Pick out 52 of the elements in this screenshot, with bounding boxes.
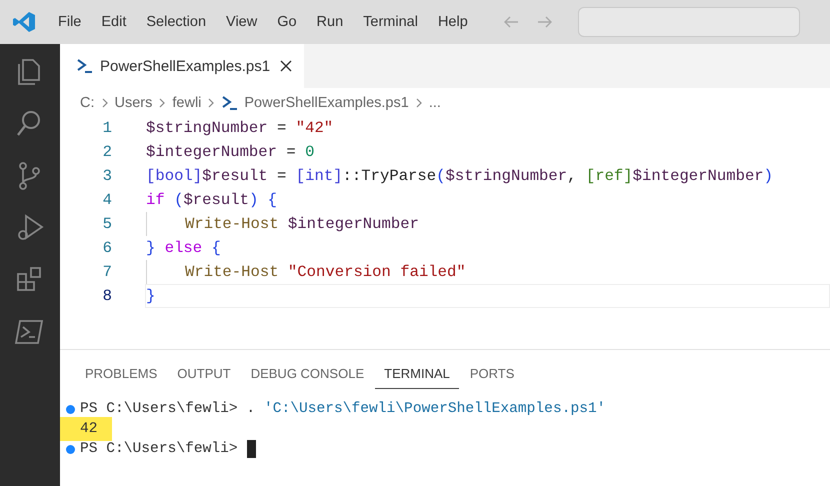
panel-tab[interactable]: PROBLEMS xyxy=(76,362,166,389)
tab-label: PowerShellExamples.ps1 xyxy=(100,58,270,74)
line-number: 4 xyxy=(102,191,113,209)
menu-item[interactable]: Edit xyxy=(93,10,134,34)
breadcrumb-item[interactable]: ... xyxy=(428,95,441,111)
menu-item[interactable]: Go xyxy=(269,10,305,34)
breadcrumb-item[interactable]: PowerShellExamples.ps1 xyxy=(244,95,409,111)
terminal-prompt: PS C:\Users\fewli> xyxy=(80,441,238,457)
code-line: Write-Host "Conversion failed" xyxy=(185,263,466,281)
menu-item[interactable]: Run xyxy=(308,10,352,34)
terminal-output: 42 xyxy=(60,417,112,441)
menu-item[interactable]: Help xyxy=(430,10,476,34)
panel-tab[interactable]: OUTPUT xyxy=(168,362,240,389)
chevron-icon xyxy=(157,98,168,108)
line-number: 6 xyxy=(102,239,113,257)
line-number: 7 xyxy=(102,263,113,281)
line-number: 2 xyxy=(102,143,113,161)
prompt-icon xyxy=(76,57,94,75)
close-icon[interactable] xyxy=(280,60,292,72)
code-line: $stringNumber = "42" xyxy=(146,119,334,137)
line-number: 8 xyxy=(102,287,113,305)
code-line: } xyxy=(146,287,156,305)
indent-guide xyxy=(146,212,147,236)
editor-tab[interactable]: PowerShellExamples.ps1 xyxy=(60,44,304,88)
code-line: [bool]$result = [int]::TryParse($stringNumber, [ref]$integerNumber) xyxy=(146,167,774,185)
code-line: if ($result) { xyxy=(146,191,278,209)
menu-item[interactable]: Terminal xyxy=(355,10,426,34)
line-number: 3 xyxy=(102,167,113,185)
code-line: } else { xyxy=(146,239,221,257)
panel-tab[interactable]: PORTS xyxy=(460,362,524,389)
menu-item[interactable]: Selection xyxy=(138,10,214,34)
breadcrumb-item[interactable]: C: xyxy=(80,95,94,111)
command-center-field[interactable] xyxy=(578,7,800,37)
indent-guide xyxy=(146,260,147,284)
terminal-command: PS C:\Users\fewli> . 'C:\Users\fewli\PowerShellExamples.ps1' xyxy=(80,401,606,417)
menu-item[interactable]: View xyxy=(218,10,266,34)
panel-tab[interactable]: DEBUG CONSOLE xyxy=(242,362,374,389)
panel-tab[interactable]: TERMINAL xyxy=(375,362,459,389)
breadcrumb-item[interactable]: Users xyxy=(114,95,152,111)
menu-item[interactable]: File xyxy=(50,10,90,34)
status-dot xyxy=(66,404,75,414)
chevron-icon xyxy=(206,98,216,108)
code-line: $integerNumber = 0 xyxy=(146,143,314,161)
chevron-icon xyxy=(100,98,110,108)
app-logo-icon xyxy=(12,10,36,34)
chevron-icon xyxy=(414,98,424,108)
code-line: Write-Host $integerNumber xyxy=(185,215,419,233)
line-number: 1 xyxy=(102,119,113,137)
status-dot xyxy=(66,444,75,454)
prompt-icon xyxy=(221,94,240,112)
breadcrumb-item[interactable]: fewli xyxy=(172,95,202,111)
line-number: 5 xyxy=(102,215,113,233)
